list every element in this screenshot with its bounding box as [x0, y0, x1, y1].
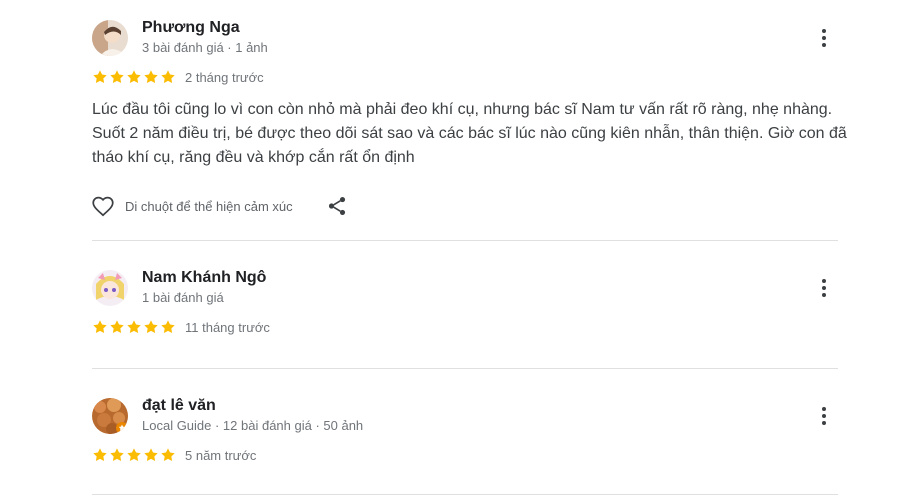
reviewer-name[interactable]: Phương Nga — [142, 19, 240, 37]
more-vert-icon — [822, 407, 826, 411]
review-text: Lúc đầu tôi cũng lo vì con còn nhỏ mà ph… — [92, 101, 847, 166]
star-icon — [144, 448, 158, 461]
rating-row: 5 năm trước — [92, 447, 256, 463]
star-icon — [93, 70, 107, 83]
star-icon — [93, 448, 107, 461]
rating-row: 11 tháng trước — [92, 319, 270, 335]
local-guide-badge-icon — [116, 422, 128, 434]
avatar[interactable] — [92, 20, 128, 56]
avatar[interactable] — [92, 270, 128, 306]
star-icon — [127, 448, 141, 461]
star-icon — [127, 70, 141, 83]
avatar[interactable] — [92, 398, 128, 434]
more-options-button[interactable] — [812, 274, 836, 302]
review-age: 11 tháng trước — [185, 319, 270, 335]
star-icon — [127, 320, 141, 333]
star-icon — [144, 320, 158, 333]
more-vert-icon — [822, 279, 826, 283]
star-icon — [93, 320, 107, 333]
heart-outline-icon[interactable] — [90, 193, 116, 219]
star-icon — [110, 320, 124, 333]
divider — [92, 240, 838, 241]
more-vert-icon — [822, 29, 826, 33]
star-icon — [144, 70, 158, 83]
reviewer-meta: Local Guide · 12 bài đánh giá · 50 ảnh — [142, 418, 364, 433]
review-actions: Di chuột để thể hiện cảm xúc — [90, 192, 348, 220]
review-age: 5 năm trước — [185, 447, 257, 463]
star-rating — [92, 319, 176, 335]
star-icon — [161, 70, 175, 83]
review-age: 2 tháng trước — [185, 69, 264, 85]
more-options-button[interactable] — [812, 24, 836, 52]
divider — [92, 494, 838, 495]
react-hint-label: Di chuột để thể hiện cảm xúc — [125, 198, 293, 214]
reviewer-meta: 3 bài đánh giá · 1 ảnh — [142, 40, 268, 55]
star-icon — [161, 320, 175, 333]
star-rating — [92, 447, 176, 463]
star-icon — [110, 70, 124, 83]
rating-row: 2 tháng trước — [92, 69, 264, 85]
reviews-list: Phương Nga 3 bài đánh giá · 1 ảnh 2 thán… — [0, 0, 900, 500]
reviewer-meta: 1 bài đánh giá — [142, 290, 224, 305]
share-icon[interactable] — [326, 195, 348, 217]
reviewer-name[interactable]: Nam Khánh Ngô — [142, 269, 266, 287]
star-icon — [110, 448, 124, 461]
star-rating — [92, 69, 176, 85]
reviewer-name[interactable]: đạt lê văn — [142, 397, 216, 415]
more-options-button[interactable] — [812, 402, 836, 430]
star-icon — [161, 448, 175, 461]
divider — [92, 368, 838, 369]
